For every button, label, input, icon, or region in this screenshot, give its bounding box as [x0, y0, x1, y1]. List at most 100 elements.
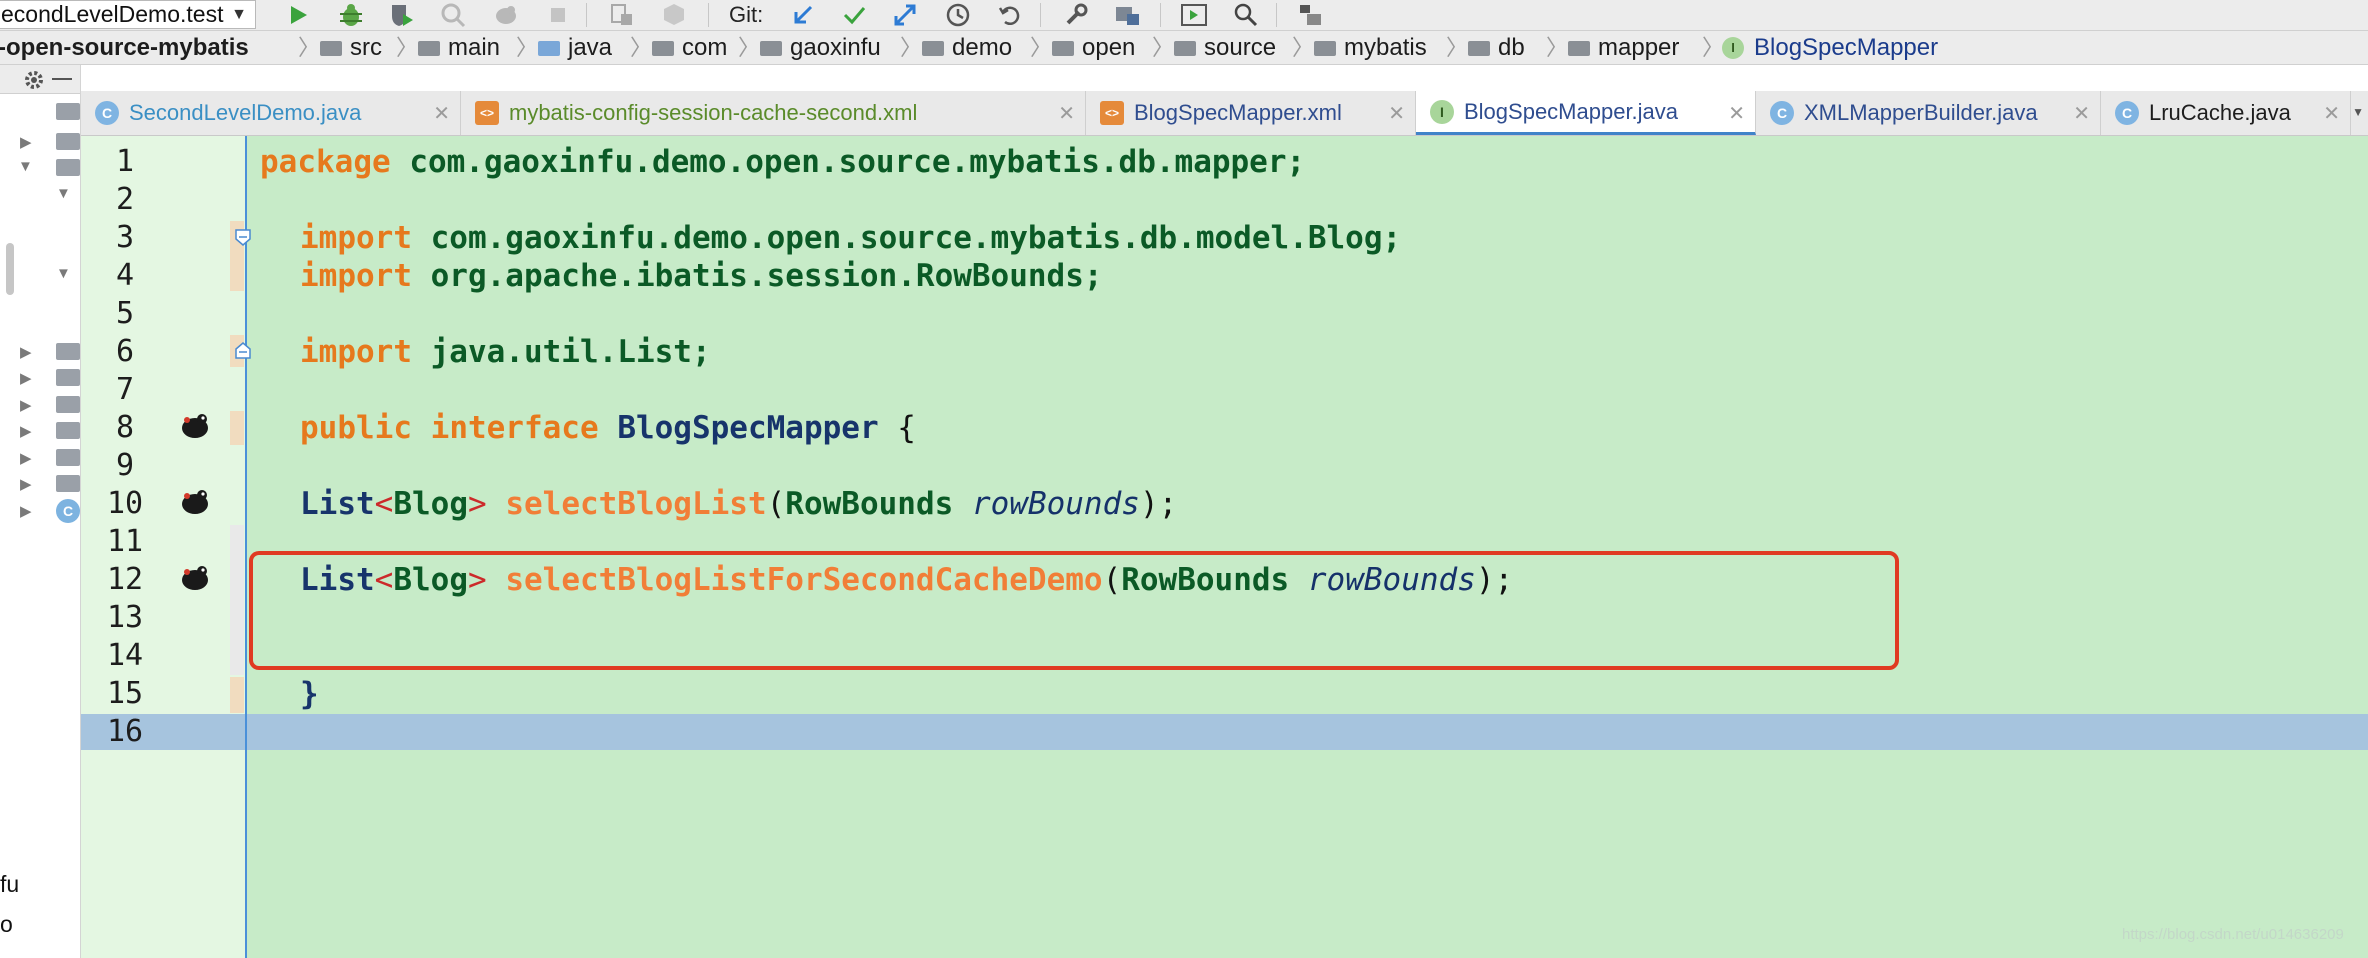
expand-arrow-icon[interactable]: ▶ — [20, 449, 32, 467]
presentation-button[interactable] — [1292, 0, 1328, 29]
profile-button[interactable] — [435, 0, 471, 29]
collapse-arrow-icon[interactable]: ▼ — [18, 158, 33, 175]
line-number: 4 — [115, 258, 135, 293]
git-compare-button[interactable] — [887, 0, 923, 29]
breadcrumb-item[interactable]: db — [1468, 31, 1525, 64]
sync-button[interactable] — [656, 0, 692, 29]
expand-arrow-icon[interactable]: ▶ — [20, 475, 32, 493]
tab-overflow-chevron-icon[interactable]: ▼ — [2352, 105, 2364, 119]
expand-arrow-icon[interactable]: ▶ — [20, 133, 32, 151]
git-history-button[interactable] — [940, 0, 976, 29]
run-configuration-selector[interactable]: econdLevelDemo.test ▼ — [0, 0, 256, 29]
line-number: 15 — [106, 676, 144, 711]
generic-type: Blog — [393, 486, 468, 522]
close-icon[interactable]: ✕ — [2323, 101, 2340, 126]
mybatis-bird-icon[interactable] — [178, 564, 212, 592]
close-icon[interactable]: ✕ — [1058, 101, 1075, 126]
tree-item-label[interactable]: fu — [0, 871, 19, 898]
checkmark-icon — [843, 6, 866, 24]
close-icon[interactable]: ✕ — [2073, 101, 2090, 126]
tab-lru-cache-java[interactable]: C LruCache.java ✕ — [2101, 91, 2351, 135]
hide-icon[interactable] — [52, 78, 72, 80]
expand-arrow-icon[interactable]: ▶ — [20, 502, 32, 520]
breadcrumb-item-label: mybatis — [1344, 34, 1427, 61]
tab-blog-spec-mapper-java[interactable]: I BlogSpecMapper.java ✕ — [1416, 91, 1756, 135]
code-line-1[interactable]: package com.gaoxinfu.demo.open.source.my… — [260, 143, 1305, 181]
mybatis-bird-icon[interactable] — [178, 412, 212, 440]
mybatis-bird-icon[interactable] — [178, 488, 212, 516]
breadcrumb-item[interactable]: java — [538, 31, 612, 64]
project-structure-button[interactable] — [1110, 0, 1146, 29]
folder-icon — [538, 41, 560, 56]
scrollbar-thumb[interactable] — [6, 243, 14, 295]
close-icon[interactable]: ✕ — [1388, 101, 1405, 126]
fold-icon[interactable] — [234, 228, 252, 248]
param-name: rowBounds — [971, 486, 1140, 522]
breadcrumb-item[interactable]: gaoxinfu — [760, 31, 881, 64]
close-icon[interactable]: ✕ — [1728, 101, 1745, 126]
breadcrumb-item[interactable]: mapper — [1568, 31, 1679, 64]
unfold-icon[interactable] — [234, 340, 252, 360]
folder-icon — [56, 159, 80, 176]
breadcrumb-item[interactable]: com — [652, 31, 727, 64]
breadcrumb-separator: 〉 — [396, 35, 419, 60]
tab-mybatis-config-xml[interactable]: <> mybatis-config-session-cache-second.x… — [461, 91, 1086, 135]
import-path: com.gaoxinfu.demo.open.source.mybatis.db… — [411, 220, 1402, 256]
breadcrumb-item-label: java — [568, 34, 613, 61]
arrows-merge-icon — [894, 4, 916, 25]
breadcrumb-item[interactable]: main — [418, 31, 500, 64]
arrow-down-left-icon — [794, 5, 813, 23]
collapse-arrow-icon[interactable]: ▼ — [56, 185, 71, 202]
expand-arrow-icon[interactable]: ▶ — [20, 422, 32, 440]
class-icon: C — [2115, 101, 2139, 125]
gear-icon[interactable] — [22, 68, 46, 92]
search-everywhere-button[interactable] — [1228, 0, 1264, 29]
code-line-10[interactable]: List<Blog> selectBlogList(RowBounds rowB… — [300, 485, 1177, 523]
git-commit-button[interactable] — [836, 0, 872, 29]
tree-item-label[interactable]: o — [0, 911, 13, 938]
tab-blog-spec-mapper-xml[interactable]: <> BlogSpecMapper.xml ✕ — [1086, 91, 1416, 135]
breadcrumb-project[interactable]: -open-source-mybatis — [0, 31, 249, 64]
run-anything-button[interactable] — [1176, 0, 1212, 29]
method-name: selectBlogList — [505, 486, 767, 522]
code-line-4[interactable]: import org.apache.ibatis.session.RowBoun… — [300, 257, 1103, 295]
breadcrumb-item[interactable]: source — [1174, 31, 1276, 64]
git-update-button[interactable] — [785, 0, 821, 29]
run-with-coverage-button[interactable] — [384, 0, 420, 29]
folder-icon — [56, 422, 80, 439]
close-icon[interactable]: ✕ — [433, 101, 450, 126]
keyword: import — [300, 334, 412, 370]
fold-region-marker — [230, 677, 244, 713]
code-line-8[interactable]: public interface BlogSpecMapper { — [300, 409, 916, 447]
attach-debugger-button[interactable] — [488, 0, 524, 29]
breadcrumb-item[interactable]: mybatis — [1314, 31, 1427, 64]
git-rollback-button[interactable] — [992, 0, 1028, 29]
breadcrumb-item-label: mapper — [1598, 34, 1680, 61]
expand-arrow-icon[interactable]: ▶ — [20, 343, 32, 361]
breadcrumb-item[interactable]: demo — [922, 31, 1012, 64]
breadcrumb-separator: 〉 — [1152, 35, 1175, 60]
breadcrumb-item[interactable]: src — [320, 31, 382, 64]
build-button[interactable] — [604, 0, 640, 29]
code-line-6[interactable]: import java.util.List; — [300, 333, 711, 371]
expand-arrow-icon[interactable]: ▶ — [20, 369, 32, 387]
code-line-15[interactable]: } — [300, 675, 319, 713]
code-line-3[interactable]: import com.gaoxinfu.demo.open.source.myb… — [300, 219, 1401, 257]
folder-icon — [922, 41, 944, 56]
stop-button[interactable] — [540, 0, 576, 29]
expand-arrow-icon[interactable]: ▶ — [20, 396, 32, 414]
breadcrumb-item[interactable]: open — [1052, 31, 1135, 64]
line-number: 16 — [106, 714, 144, 749]
project-tool-window: ▶ ▼ ▼ ▼ ▶ ▶ ▶ ▶ ▶ ▶ ▶ C fu o — [0, 65, 81, 958]
folder-icon — [760, 41, 782, 56]
folder-icon — [320, 41, 342, 56]
settings-button[interactable] — [1058, 0, 1094, 29]
breadcrumb-current[interactable]: I BlogSpecMapper — [1722, 31, 1938, 64]
collapse-arrow-icon[interactable]: ▼ — [56, 265, 71, 282]
tab-second-level-demo-java[interactable]: C SecondLevelDemo.java ✕ — [81, 91, 461, 135]
debug-button[interactable] — [333, 0, 369, 29]
run-button[interactable] — [280, 0, 316, 29]
tab-xml-mapper-builder-java[interactable]: C XMLMapperBuilder.java ✕ — [1756, 91, 2101, 135]
line-number: 8 — [115, 410, 135, 445]
stop-icon — [551, 7, 565, 22]
